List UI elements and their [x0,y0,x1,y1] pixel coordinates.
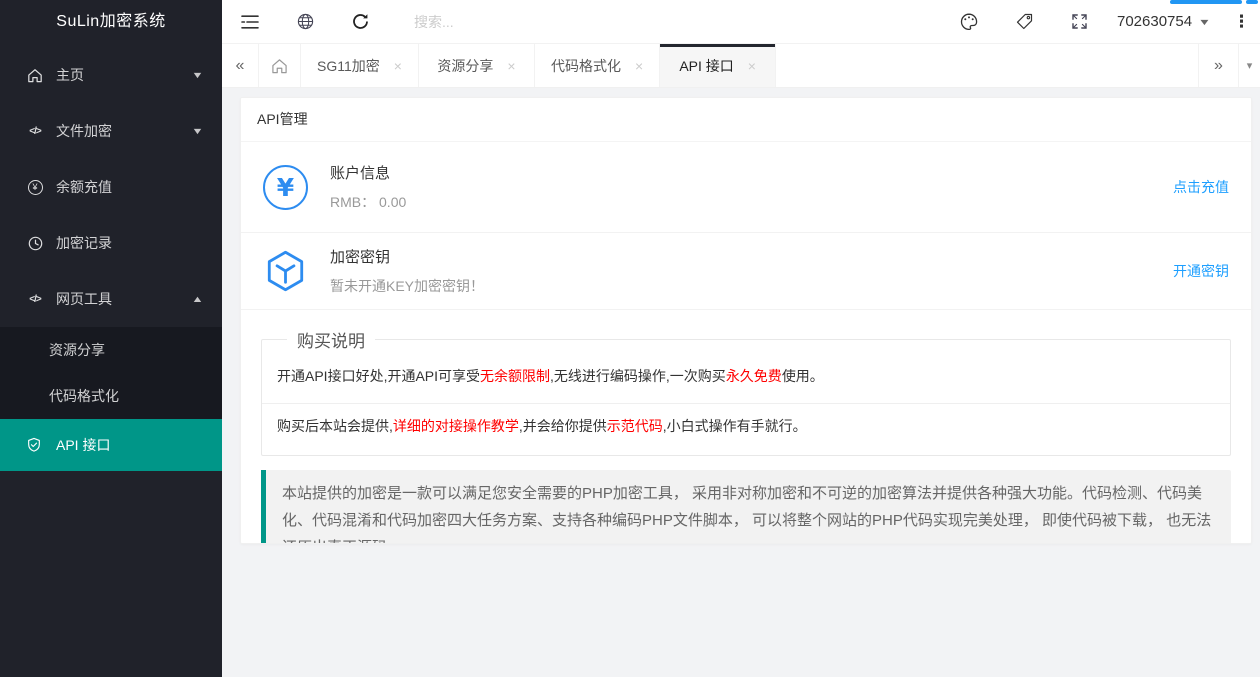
yen-circle-icon: ¥ [26,180,44,195]
topbar: 702630754 ▼ ⋮ [222,0,1260,44]
sidebar-item-file-encrypt[interactable]: </> 文件加密 ▼ [0,103,222,159]
close-icon[interactable]: × [507,58,515,74]
tabs-scroll-right-icon[interactable]: » [1198,44,1238,87]
tab-code-format[interactable]: 代码格式化 × [535,44,660,87]
account-title: 账户信息 [330,162,406,183]
api-card: API管理 ¥ 账户信息 RMB： 0.00 点击充值 加密密钥 暂未 [240,97,1252,544]
divider [262,403,1230,404]
card-title: API管理 [241,98,1251,142]
close-icon[interactable]: × [748,58,756,74]
user-menu[interactable]: 702630754 ▼ [1107,13,1219,30]
chevron-down-icon: ▼ [191,70,203,80]
code-icon: </> [26,294,44,305]
purchase-line-1: 开通API接口好处,开通API可享受无余额限制,无线进行编码操作,一次购买永久免… [277,366,1215,386]
sidebar-item-label: 主页 [56,65,84,85]
home-tab[interactable] [259,44,301,87]
main-area: 702630754 ▼ ⋮ « SG11加密 × 资源分享 × 代码格式化 [222,0,1260,677]
sidebar: SuLin加密系统 主页 ▼ </> 文件加密 ▼ ¥ 余额充值 [0,0,222,677]
balance-label: RMB： [330,194,375,210]
key-info-row: 加密密钥 暂未开通KEY加密密钥！ 开通密钥 [241,233,1251,310]
sidebar-item-label: 加密记录 [56,233,112,253]
yen-circle-icon: ¥ [263,165,308,210]
balance-value: 0.00 [379,194,406,210]
palette-icon[interactable] [941,0,997,44]
recharge-link[interactable]: 点击充值 [1173,177,1229,197]
code-icon: </> [26,126,44,137]
shield-check-icon [26,437,44,453]
sidebar-item-web-tools[interactable]: </> 网页工具 ▲ [0,271,222,327]
close-icon[interactable]: × [635,58,643,74]
tabs-dropdown-icon[interactable]: ▾ [1238,44,1260,87]
home-icon [271,58,288,74]
key-subtitle: 暂未开通KEY加密密钥！ [330,276,484,296]
account-texts: 账户信息 RMB： 0.00 [330,162,406,212]
open-key-link[interactable]: 开通密钥 [1173,261,1229,281]
sidebar-item-label: 文件加密 [56,121,112,141]
chevron-up-icon: ▲ [191,294,203,304]
more-menu-icon[interactable]: ⋮ [1219,12,1260,32]
topbar-right: 702630754 ▼ ⋮ [941,0,1260,44]
loading-progress-peg [1246,0,1258,4]
tab-sg11[interactable]: SG11加密 × [301,44,419,87]
key-texts: 加密密钥 暂未开通KEY加密密钥！ [330,246,484,296]
sidebar-item-label: 余额充值 [56,177,112,197]
tab-label: 代码格式化 [551,56,621,76]
cube-icon [263,249,308,294]
sidebar-item-records[interactable]: 加密记录 [0,215,222,271]
product-description-quote: 本站提供的加密是一款可以满足您安全需要的PHP加密工具， 采用非对称加密和不可逆… [261,470,1231,544]
purchase-instructions: 购买说明 开通API接口好处,开通API可享受无余额限制,无线进行编码操作,一次… [261,327,1231,456]
tabbar-right: » ▾ [1198,44,1260,87]
key-title: 加密密钥 [330,246,484,267]
app-logo: SuLin加密系统 [0,0,222,44]
tab-api[interactable]: API 接口 × [660,44,776,87]
tabs-scroll-left-icon[interactable]: « [222,44,259,87]
clock-icon [26,236,44,251]
chevron-down-icon: ▼ [1198,17,1211,27]
sidebar-item-resource-share[interactable]: 资源分享 [0,327,222,373]
tag-icon[interactable] [997,0,1052,44]
account-balance: RMB： 0.00 [330,192,406,212]
content-area: API管理 ¥ 账户信息 RMB： 0.00 点击充值 加密密钥 暂未 [222,89,1260,677]
sidebar-item-home[interactable]: 主页 ▼ [0,47,222,103]
menu-fold-icon[interactable] [222,0,278,44]
sidebar-item-recharge[interactable]: ¥ 余额充值 [0,159,222,215]
tab-label: SG11加密 [317,56,380,76]
loading-progress-bar [1170,0,1242,4]
search-input[interactable] [414,14,624,30]
tab-label: 资源分享 [437,56,493,76]
tab-resource-share[interactable]: 资源分享 × [419,44,535,87]
fullscreen-icon[interactable] [1052,0,1107,44]
globe-icon[interactable] [278,0,333,44]
chevron-down-icon: ▼ [191,126,203,136]
home-icon [26,68,44,83]
tab-label: API 接口 [679,56,733,76]
close-icon[interactable]: × [394,58,402,74]
sidebar-item-label: 网页工具 [56,289,112,309]
sidebar-item-code-format[interactable]: 代码格式化 [0,373,222,419]
account-info-row: ¥ 账户信息 RMB： 0.00 点击充值 [241,142,1251,233]
username-text: 702630754 [1117,13,1192,30]
sidebar-submenu: 资源分享 代码格式化 API 接口 [0,327,222,471]
tabbar: « SG11加密 × 资源分享 × 代码格式化 × API 接口 × » [222,44,1260,88]
refresh-icon[interactable] [333,0,388,44]
sidebar-item-api[interactable]: API 接口 [0,419,222,471]
app-window: SuLin加密系统 主页 ▼ </> 文件加密 ▼ ¥ 余额充值 [0,0,1260,677]
purchase-line-2: 购买后本站会提供,详细的对接操作教学,并会给你提供示范代码,小白式操作有手就行。 [277,416,1215,436]
sidebar-item-label: API 接口 [56,422,110,468]
sidebar-nav: 主页 ▼ </> 文件加密 ▼ ¥ 余额充值 加密记录 </> 网页工具 [0,44,222,471]
purchase-legend: 购买说明 [287,327,375,352]
